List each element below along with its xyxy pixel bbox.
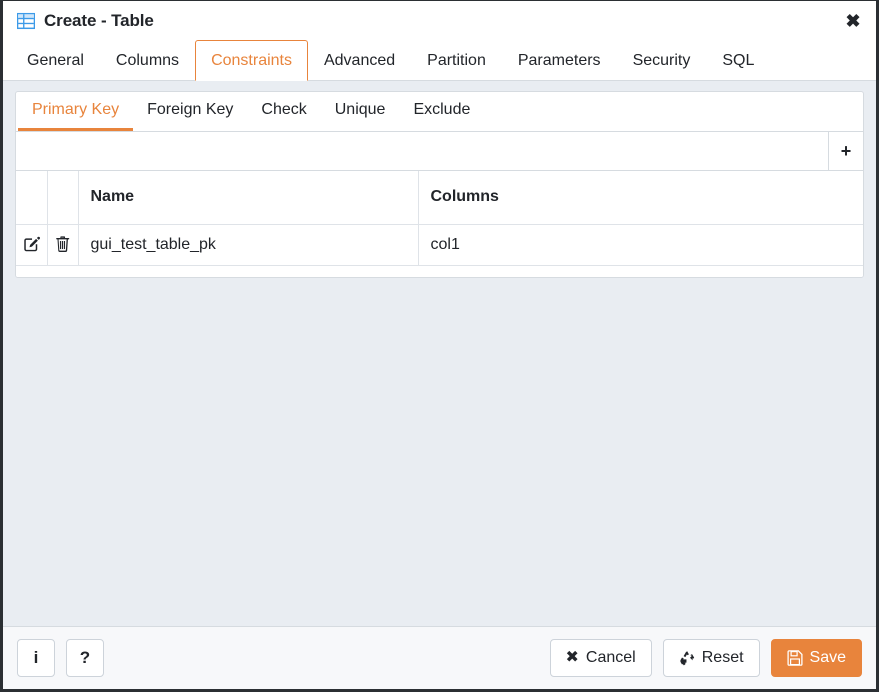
info-icon: i: [33, 648, 39, 667]
row-name-value: gui_test_table_pk: [78, 224, 419, 266]
save-label: Save: [809, 649, 846, 666]
tab-advanced[interactable]: Advanced: [308, 40, 411, 80]
tab-label: Columns: [115, 51, 180, 69]
grid-header-row: Name Columns: [16, 171, 863, 225]
tab-label: Parameters: [517, 51, 601, 69]
grid-empty-cell: [78, 265, 418, 277]
tab-constraints[interactable]: Constraints: [195, 40, 308, 81]
tab-label: Constraints: [211, 51, 292, 69]
help-button[interactable]: ?: [66, 639, 104, 677]
dialog-content: Primary Key Foreign Key Check Unique Exc…: [3, 81, 876, 626]
dialog-title: Create - Table: [44, 10, 154, 30]
grid-empty-cell: [47, 265, 78, 277]
subtab-foreign-key[interactable]: Foreign Key: [133, 92, 247, 131]
reset-button[interactable]: Reset: [662, 639, 760, 677]
edit-icon[interactable]: [16, 225, 46, 265]
create-table-dialog: Create - Table ✖ General Columns Constra…: [0, 0, 879, 692]
plus-icon: +: [840, 141, 852, 161]
tab-label: SQL: [722, 51, 755, 69]
grid-header-edit: [16, 171, 48, 225]
tab-label: Advanced: [323, 51, 396, 69]
dialog-footer: i ? ✖ Cancel Reset Save: [3, 626, 876, 689]
info-button[interactable]: i: [17, 639, 55, 677]
subtab-unique[interactable]: Unique: [321, 92, 400, 131]
save-button[interactable]: Save: [770, 639, 862, 677]
close-x-icon: ✖: [565, 649, 579, 666]
tab-general[interactable]: General: [11, 40, 100, 80]
main-tab-bar: General Columns Constraints Advanced Par…: [3, 40, 876, 81]
recycle-icon: [679, 650, 695, 666]
subtab-exclude[interactable]: Exclude: [399, 92, 484, 131]
tab-security[interactable]: Security: [617, 40, 707, 80]
subtab-check[interactable]: Check: [247, 92, 320, 131]
tab-columns[interactable]: Columns: [100, 40, 195, 80]
reset-label: Reset: [701, 649, 744, 666]
tab-label: General: [27, 51, 84, 69]
grid-header-columns: Columns: [418, 171, 863, 225]
row-delete-cell[interactable]: [47, 224, 79, 266]
subtab-label: Primary Key: [32, 101, 120, 118]
save-icon: [786, 650, 803, 666]
tab-label: Security: [632, 51, 691, 69]
grid-empty-cell: [16, 265, 47, 277]
subtab-label: Unique: [334, 101, 386, 118]
footer-right-group: ✖ Cancel Reset Save: [549, 639, 862, 677]
question-icon: ?: [79, 648, 91, 667]
trash-icon[interactable]: [48, 225, 78, 265]
recycle-icon-glyph: [679, 650, 694, 666]
table-icon: [17, 12, 35, 29]
subtab-label: Foreign Key: [147, 101, 234, 118]
grid-empty-cell: [418, 265, 863, 277]
footer-left-group: i ?: [17, 639, 104, 677]
tab-sql[interactable]: SQL: [706, 40, 770, 80]
floppy-icon-glyph: [786, 650, 803, 666]
cancel-button[interactable]: ✖ Cancel: [549, 639, 652, 677]
edit-icon-glyph: [24, 236, 40, 252]
dialog-titlebar: Create - Table ✖: [3, 1, 876, 40]
trash-icon-glyph: [56, 236, 70, 252]
subtab-primary-key[interactable]: Primary Key: [18, 92, 134, 131]
table-row[interactable]: gui_test_table_pk col1: [16, 224, 863, 266]
tab-label: Partition: [427, 51, 486, 69]
subtab-label: Check: [261, 101, 307, 118]
close-icon[interactable]: ✖: [840, 8, 866, 34]
subtab-label: Exclude: [413, 101, 471, 118]
tab-parameters[interactable]: Parameters: [502, 40, 617, 80]
tab-partition[interactable]: Partition: [411, 40, 502, 80]
grid-header-delete: [47, 171, 79, 225]
add-row-button[interactable]: +: [828, 132, 863, 170]
primary-key-grid: Name Columns gui_test_table_pk col1: [16, 171, 863, 277]
constraints-panel: Primary Key Foreign Key Check Unique Exc…: [15, 91, 864, 278]
row-edit-cell[interactable]: [16, 224, 48, 266]
grid-toolbar: +: [16, 132, 863, 171]
row-columns-value: col1: [418, 224, 863, 266]
grid-header-name: Name: [78, 171, 419, 225]
grid-empty-row: [16, 265, 863, 277]
cancel-label: Cancel: [585, 649, 636, 666]
constraint-subtab-bar: Primary Key Foreign Key Check Unique Exc…: [16, 92, 863, 132]
